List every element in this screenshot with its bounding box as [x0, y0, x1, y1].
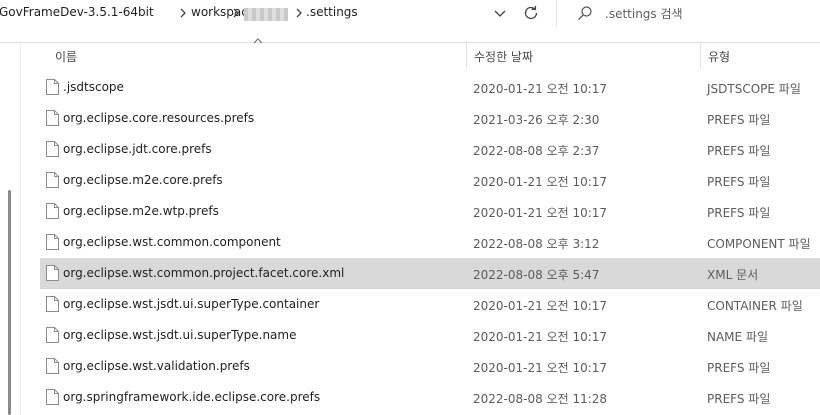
file-type: NAME 파일 — [707, 330, 769, 344]
file-modified-date: 2020-01-21 오전 10:17 — [473, 330, 608, 344]
breadcrumb-settings[interactable]: .settings — [306, 5, 358, 19]
file-modified-date: 2021-03-26 오후 2:30 — [473, 113, 600, 127]
chevron-right-icon[interactable] — [231, 8, 241, 18]
file-modified-date: 2022-08-08 오후 2:37 — [473, 144, 600, 158]
file-icon — [46, 327, 59, 343]
file-name: org.eclipse.core.resources.prefs — [63, 111, 255, 125]
file-modified-date: 2020-01-21 오전 10:17 — [473, 206, 608, 220]
search-placeholder: .settings 검색 — [605, 7, 683, 21]
file-icon — [46, 296, 59, 312]
file-row[interactable]: org.eclipse.wst.jsdt.ui.superType.name 20… — [40, 320, 820, 351]
file-type: JSDTSCOPE 파일 — [707, 82, 801, 96]
file-icon — [46, 358, 59, 374]
address-bar[interactable]: GovFrameDev-3.5.1-64bit workspace .setti… — [0, 0, 550, 27]
file-type: PREFS 파일 — [707, 113, 771, 127]
column-header-type[interactable]: 유형 — [708, 48, 730, 65]
file-row[interactable]: org.eclipse.wst.validation.prefs 2020-01-… — [40, 351, 820, 382]
redacted-breadcrumb[interactable] — [244, 8, 288, 21]
file-modified-date: 2020-01-21 오전 10:17 — [473, 299, 608, 313]
file-row[interactable]: .jsdtscope 2020-01-21 오전 10:17 JSDTSCOPE 파… — [40, 72, 820, 103]
file-modified-date: 2020-01-21 오전 10:17 — [473, 82, 608, 96]
file-icon — [46, 203, 59, 219]
breadcrumb-govframedev[interactable]: GovFrameDev-3.5.1-64bit — [0, 5, 154, 19]
file-icon — [46, 265, 59, 281]
file-row[interactable]: org.eclipse.wst.common.component 2022-08-… — [40, 227, 820, 258]
file-icon — [46, 389, 59, 405]
chevron-right-icon[interactable] — [178, 8, 188, 18]
file-type: PREFS 파일 — [707, 144, 771, 158]
file-modified-date: 2022-08-08 오후 5:47 — [473, 268, 600, 282]
file-row[interactable]: org.eclipse.m2e.core.prefs 2020-01-21 오전 … — [40, 165, 820, 196]
file-name: org.eclipse.wst.jsdt.ui.superType.name — [63, 328, 297, 342]
column-header-name[interactable]: 이름 — [55, 48, 77, 65]
file-name: org.eclipse.wst.jsdt.ui.superType.contai… — [63, 297, 320, 311]
pane-splitter[interactable] — [20, 43, 21, 415]
file-name: org.eclipse.wst.common.project.facet.cor… — [63, 266, 345, 280]
search-icon — [578, 6, 592, 21]
navigation-bar: GovFrameDev-3.5.1-64bit workspace .setti… — [0, 0, 820, 27]
column-divider[interactable] — [700, 43, 701, 69]
column-header-date[interactable]: 수정한 날짜 — [474, 48, 533, 65]
file-type: CONTAINER 파일 — [707, 299, 803, 313]
file-modified-date: 2022-08-08 오전 11:28 — [473, 392, 608, 406]
file-type: PREFS 파일 — [707, 175, 771, 189]
file-icon — [46, 110, 59, 126]
file-type: XML 문서 — [707, 268, 759, 282]
file-row[interactable]: org.eclipse.core.resources.prefs 2021-03-… — [40, 103, 820, 134]
file-row[interactable]: org.eclipse.m2e.wtp.prefs 2020-01-21 오전 1… — [40, 196, 820, 227]
file-row[interactable]: org.eclipse.wst.jsdt.ui.superType.contai… — [40, 289, 820, 320]
file-type: PREFS 파일 — [707, 392, 771, 406]
file-modified-date: 2020-01-21 오전 10:17 — [473, 361, 608, 375]
chevron-down-icon[interactable] — [490, 3, 510, 23]
file-row[interactable]: org.eclipse.wst.common.project.facet.cor… — [40, 258, 820, 289]
column-header: 이름 수정한 날짜 유형 — [0, 43, 820, 69]
file-type: PREFS 파일 — [707, 206, 771, 220]
file-name: org.eclipse.m2e.wtp.prefs — [63, 204, 219, 218]
refresh-icon[interactable] — [520, 3, 542, 23]
navigation-pane-scrollbar[interactable] — [8, 190, 11, 415]
sort-ascending-icon — [253, 38, 263, 44]
file-type: PREFS 파일 — [707, 361, 771, 375]
file-name: org.eclipse.m2e.core.prefs — [63, 173, 223, 187]
search-input[interactable]: .settings 검색 — [556, 0, 820, 27]
chevron-right-icon[interactable] — [294, 8, 304, 18]
file-name: org.eclipse.wst.validation.prefs — [63, 359, 250, 373]
file-icon — [46, 234, 59, 250]
file-name: org.springframework.ide.eclipse.core.pre… — [63, 390, 321, 404]
file-name: org.eclipse.jdt.core.prefs — [63, 142, 212, 156]
column-divider[interactable] — [466, 43, 467, 69]
file-icon — [46, 141, 59, 157]
file-icon — [46, 79, 59, 95]
file-icon — [46, 172, 59, 188]
file-name: org.eclipse.wst.common.component — [63, 235, 281, 249]
file-row[interactable]: org.eclipse.jdt.core.prefs 2022-08-08 오후 … — [40, 134, 820, 165]
file-type: COMPONENT 파일 — [707, 237, 811, 251]
file-modified-date: 2020-01-21 오전 10:17 — [473, 175, 608, 189]
file-modified-date: 2022-08-08 오후 3:12 — [473, 237, 600, 251]
file-name: .jsdtscope — [63, 80, 124, 94]
file-row[interactable]: org.springframework.ide.eclipse.core.pre… — [40, 382, 820, 413]
